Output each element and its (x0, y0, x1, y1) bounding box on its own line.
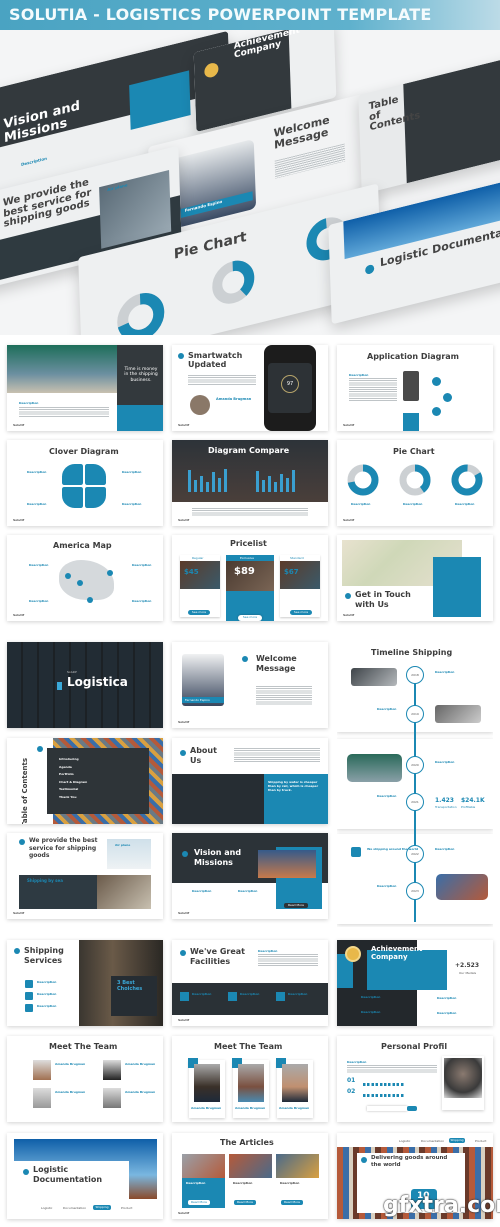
pie-1 (117, 293, 165, 335)
timeline-year-2: 2019 (406, 705, 424, 723)
slide-smartwatch: Smartwatch Updated Amanda Brugman 97 Sol… (172, 345, 328, 431)
slide-articles: The Articles Description Description Des… (172, 1133, 328, 1219)
pie-small-1 (347, 464, 379, 496)
slide-vision: Vision and Missions Description Descript… (172, 833, 328, 919)
see-more-button[interactable]: See more (188, 610, 210, 615)
nav-documentation[interactable]: Documentation (421, 1139, 444, 1143)
nav-documentation[interactable]: Documentation (63, 1206, 86, 1210)
compare-bars (188, 469, 295, 492)
slide-best-service: We provide the best service for shipping… (7, 833, 163, 919)
slide-toc: Table of Contents Introducing Agenda Por… (7, 738, 163, 824)
see-more-button[interactable]: See more (238, 615, 262, 621)
read-more-button[interactable]: Read More (234, 1200, 256, 1205)
slide-diagram-compare: Diagram Compare Solutif (172, 440, 328, 526)
slide-team-1: Meet The Team Amanda Brugman Amanda Brug… (7, 1036, 163, 1122)
slide-profile: Personal Profil Description 01 02 (337, 1036, 493, 1122)
hero-mockup: Vision and Missions Description Achievem… (0, 30, 500, 335)
nav-shipping[interactable]: Shipping (93, 1205, 111, 1210)
slide-logistic-doc: Logistic Documentation Logistic Document… (7, 1133, 163, 1219)
watermark: gfxtra.com (383, 1193, 500, 1218)
timeline-year-1: 2018 (406, 666, 424, 684)
timeline-year-6: 2023 (406, 882, 424, 900)
nav-product[interactable]: Product (475, 1139, 486, 1143)
slide-facilities: We've Great Facilities Description Descr… (172, 940, 328, 1026)
slide-app-diagram: Application Diagram Description Solutif (337, 345, 493, 431)
timeline-year-4: 2021 (406, 793, 424, 811)
search-input[interactable] (367, 1106, 407, 1111)
read-more-button[interactable]: Read More (281, 1200, 303, 1205)
pie-2 (212, 260, 255, 304)
read-more-button[interactable]: Read More (188, 1200, 210, 1205)
slide-welcome: Fernando Espino Welcome Message Solutif (172, 642, 328, 728)
slide-clover: Clover Diagram Description Description D… (7, 440, 163, 526)
slide-about: About Us Shipping by water is cheaper th… (172, 738, 328, 824)
slide-pricelist: Pricelist $45 Regular $89 Exclusive $67 … (172, 535, 328, 621)
search-button[interactable] (407, 1106, 417, 1111)
pie-small-2 (399, 464, 431, 496)
slide-achievement: Achievement Company +2.523 Our Medals De… (337, 940, 493, 1026)
nav-product[interactable]: Product (121, 1206, 132, 1210)
slide-time-money: Time is money in the shipping business. … (7, 345, 163, 431)
slide-logistica: Solutif Logistica (7, 642, 163, 728)
slide-america-map: America Map Description Description Desc… (7, 535, 163, 621)
nav-logistic[interactable]: Logistic (41, 1206, 52, 1210)
hero-slide-toc: Table of Contents (358, 55, 500, 195)
header-banner: SOLUTIA - LOGISTICS POWERPOINT TEMPLATE (0, 0, 500, 30)
timeline-year-3: 2020 (406, 756, 424, 774)
nav-logistic[interactable]: Logistic (399, 1139, 410, 1143)
slide-pie-chart: Pie Chart Description Description Descri… (337, 440, 493, 526)
banner-title: SOLUTIA - LOGISTICS POWERPOINT TEMPLATE (9, 5, 432, 24)
pie-small-3 (451, 464, 483, 496)
read-more-button[interactable]: Read More (284, 903, 308, 908)
slide-timeline: Timeline Shipping 2018 2019 2020 2021 20… (337, 642, 493, 927)
slide-team-2: Meet The Team Amanda Brugman Amanda Brug… (172, 1036, 328, 1122)
slide-get-in-touch: Get in Touch with Us Solutif (337, 535, 493, 621)
nav-shipping[interactable]: Shipping (449, 1138, 465, 1143)
see-more-button[interactable]: See more (290, 610, 312, 615)
slide-shipping-services: Shipping Services Description Descriptio… (7, 940, 163, 1026)
